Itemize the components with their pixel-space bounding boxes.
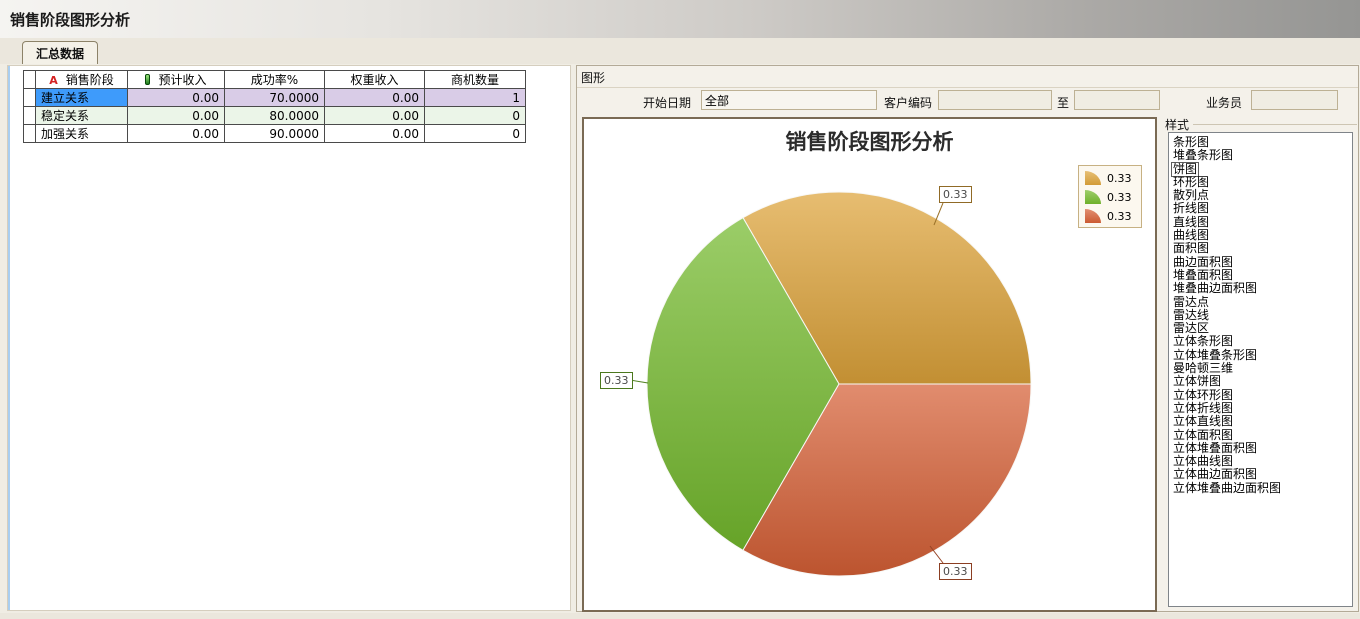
value-cell[interactable]: 80.0000	[225, 107, 325, 125]
pie-chart-area: 销售阶段图形分析 0.330.330.33 0.330.330.33	[582, 117, 1157, 612]
style-list-item[interactable]: 立体条形图	[1171, 334, 1352, 347]
style-list-item[interactable]: 面积图	[1171, 241, 1352, 254]
style-list-item[interactable]: 立体堆叠面积图	[1171, 441, 1352, 454]
legend-entry: 0.33	[1085, 171, 1135, 185]
table-row[interactable]: 加强关系0.0090.00000.000	[24, 125, 526, 143]
slice-label: 0.33	[939, 563, 972, 580]
style-list-item[interactable]: 折线图	[1171, 201, 1352, 214]
stage-cell[interactable]: 稳定关系	[36, 107, 128, 125]
value-cell[interactable]: 0.00	[325, 89, 425, 107]
row-selector[interactable]	[24, 125, 36, 143]
to-label: 至	[1057, 94, 1069, 111]
style-list-item[interactable]: 条形图	[1171, 135, 1352, 148]
style-list-item[interactable]: 雷达区	[1171, 321, 1352, 334]
start-date-label: 开始日期	[643, 94, 691, 111]
legend-swatch-icon	[1085, 171, 1101, 185]
style-list-item[interactable]: 直线图	[1171, 215, 1352, 228]
slice-label: 0.33	[600, 372, 633, 389]
value-cell[interactable]: 1	[425, 89, 526, 107]
style-list-item[interactable]: 立体堆叠条形图	[1171, 348, 1352, 361]
style-list-item[interactable]: 雷达点	[1171, 295, 1352, 308]
style-list-item[interactable]: 立体饼图	[1171, 374, 1352, 387]
main-area: A销售阶段预计收入成功率%权重收入商机数量 建立关系0.0070.00000.0…	[0, 64, 1360, 613]
legend-value: 0.33	[1107, 191, 1132, 204]
chart-legend: 0.33 0.33 0.33	[1078, 165, 1142, 228]
start-date-input[interactable]	[701, 90, 877, 110]
style-list-item[interactable]: 堆叠面积图	[1171, 268, 1352, 281]
legend-swatch-icon	[1085, 190, 1101, 204]
column-header[interactable]: 成功率%	[225, 71, 325, 89]
legend-entry: 0.33	[1085, 190, 1135, 204]
graph-panel: 图形 开始日期 客户编码 至 业务员 销售阶段图形分析 0.330.330.33…	[576, 65, 1359, 612]
value-cell[interactable]: 70.0000	[225, 89, 325, 107]
column-marker-icon	[145, 74, 150, 85]
stage-cell[interactable]: 加强关系	[36, 125, 128, 143]
column-header[interactable]: 权重收入	[325, 71, 425, 89]
value-cell[interactable]: 0.00	[128, 89, 225, 107]
style-list-item[interactable]: 堆叠条形图	[1171, 148, 1352, 161]
style-listbox[interactable]: 条形图堆叠条形图饼图环形图散列点折线图直线图曲线图面积图曲边面积图堆叠面积图堆叠…	[1168, 132, 1353, 607]
divider	[1193, 124, 1357, 125]
value-cell[interactable]: 0.00	[128, 125, 225, 143]
style-list-item[interactable]: 堆叠曲边面积图	[1171, 281, 1352, 294]
status-strip	[0, 613, 1360, 619]
customer-code-input[interactable]	[938, 90, 1052, 110]
salesman-input[interactable]	[1251, 90, 1338, 110]
column-header[interactable]: A销售阶段	[36, 71, 128, 89]
style-list-item[interactable]: 散列点	[1171, 188, 1352, 201]
style-list-item[interactable]: 立体折线图	[1171, 401, 1352, 414]
page-title: 销售阶段图形分析	[0, 0, 1360, 38]
value-cell[interactable]: 0.00	[128, 107, 225, 125]
style-list-item[interactable]: 雷达线	[1171, 308, 1352, 321]
row-selector[interactable]	[24, 89, 36, 107]
value-cell[interactable]: 0	[425, 125, 526, 143]
column-header[interactable]: 预计收入	[128, 71, 225, 89]
stage-cell[interactable]: 建立关系	[36, 89, 128, 107]
value-cell[interactable]: 0.00	[325, 125, 425, 143]
tab-summary-data[interactable]: 汇总数据	[22, 41, 98, 64]
column-header[interactable]: 商机数量	[425, 71, 526, 89]
graph-panel-label: 图形	[581, 69, 605, 86]
style-list-item[interactable]: 立体环形图	[1171, 388, 1352, 401]
style-list-item[interactable]: 立体曲线图	[1171, 454, 1352, 467]
style-group-label: 样式	[1165, 116, 1189, 133]
tab-strip: 汇总数据	[0, 38, 1360, 64]
salesman-label: 业务员	[1206, 94, 1242, 111]
style-list-item[interactable]: 立体曲边面积图	[1171, 467, 1352, 480]
legend-value: 0.33	[1107, 172, 1132, 185]
table-row[interactable]: 稳定关系0.0080.00000.000	[24, 107, 526, 125]
row-selector-header	[24, 71, 36, 89]
style-list-item[interactable]: 曼哈顿三维	[1171, 361, 1352, 374]
table-row[interactable]: 建立关系0.0070.00000.001	[24, 89, 526, 107]
style-list-item[interactable]: 环形图	[1171, 175, 1352, 188]
divider	[577, 87, 1358, 88]
value-cell[interactable]: 0	[425, 107, 526, 125]
value-cell[interactable]: 0.00	[325, 107, 425, 125]
sort-a-icon: A	[49, 74, 58, 87]
style-list-item[interactable]: 饼图	[1171, 162, 1352, 175]
to-input[interactable]	[1074, 90, 1160, 110]
value-cell[interactable]: 90.0000	[225, 125, 325, 143]
summary-table-panel: A销售阶段预计收入成功率%权重收入商机数量 建立关系0.0070.00000.0…	[7, 65, 571, 611]
style-list-item[interactable]: 立体面积图	[1171, 428, 1352, 441]
customer-code-label: 客户编码	[884, 94, 932, 111]
legend-value: 0.33	[1107, 210, 1132, 223]
pie-chart	[584, 119, 1153, 608]
style-list-item[interactable]: 曲线图	[1171, 228, 1352, 241]
callout-line	[630, 380, 648, 383]
summary-table[interactable]: A销售阶段预计收入成功率%权重收入商机数量 建立关系0.0070.00000.0…	[23, 70, 526, 143]
legend-entry: 0.33	[1085, 209, 1135, 223]
slice-label: 0.33	[939, 186, 972, 203]
table-header-row: A销售阶段预计收入成功率%权重收入商机数量	[24, 71, 526, 89]
row-selector[interactable]	[24, 107, 36, 125]
style-list-item[interactable]: 立体堆叠曲边面积图	[1171, 481, 1352, 494]
style-list-item[interactable]: 曲边面积图	[1171, 255, 1352, 268]
style-list-item[interactable]: 立体直线图	[1171, 414, 1352, 427]
legend-swatch-icon	[1085, 209, 1101, 223]
